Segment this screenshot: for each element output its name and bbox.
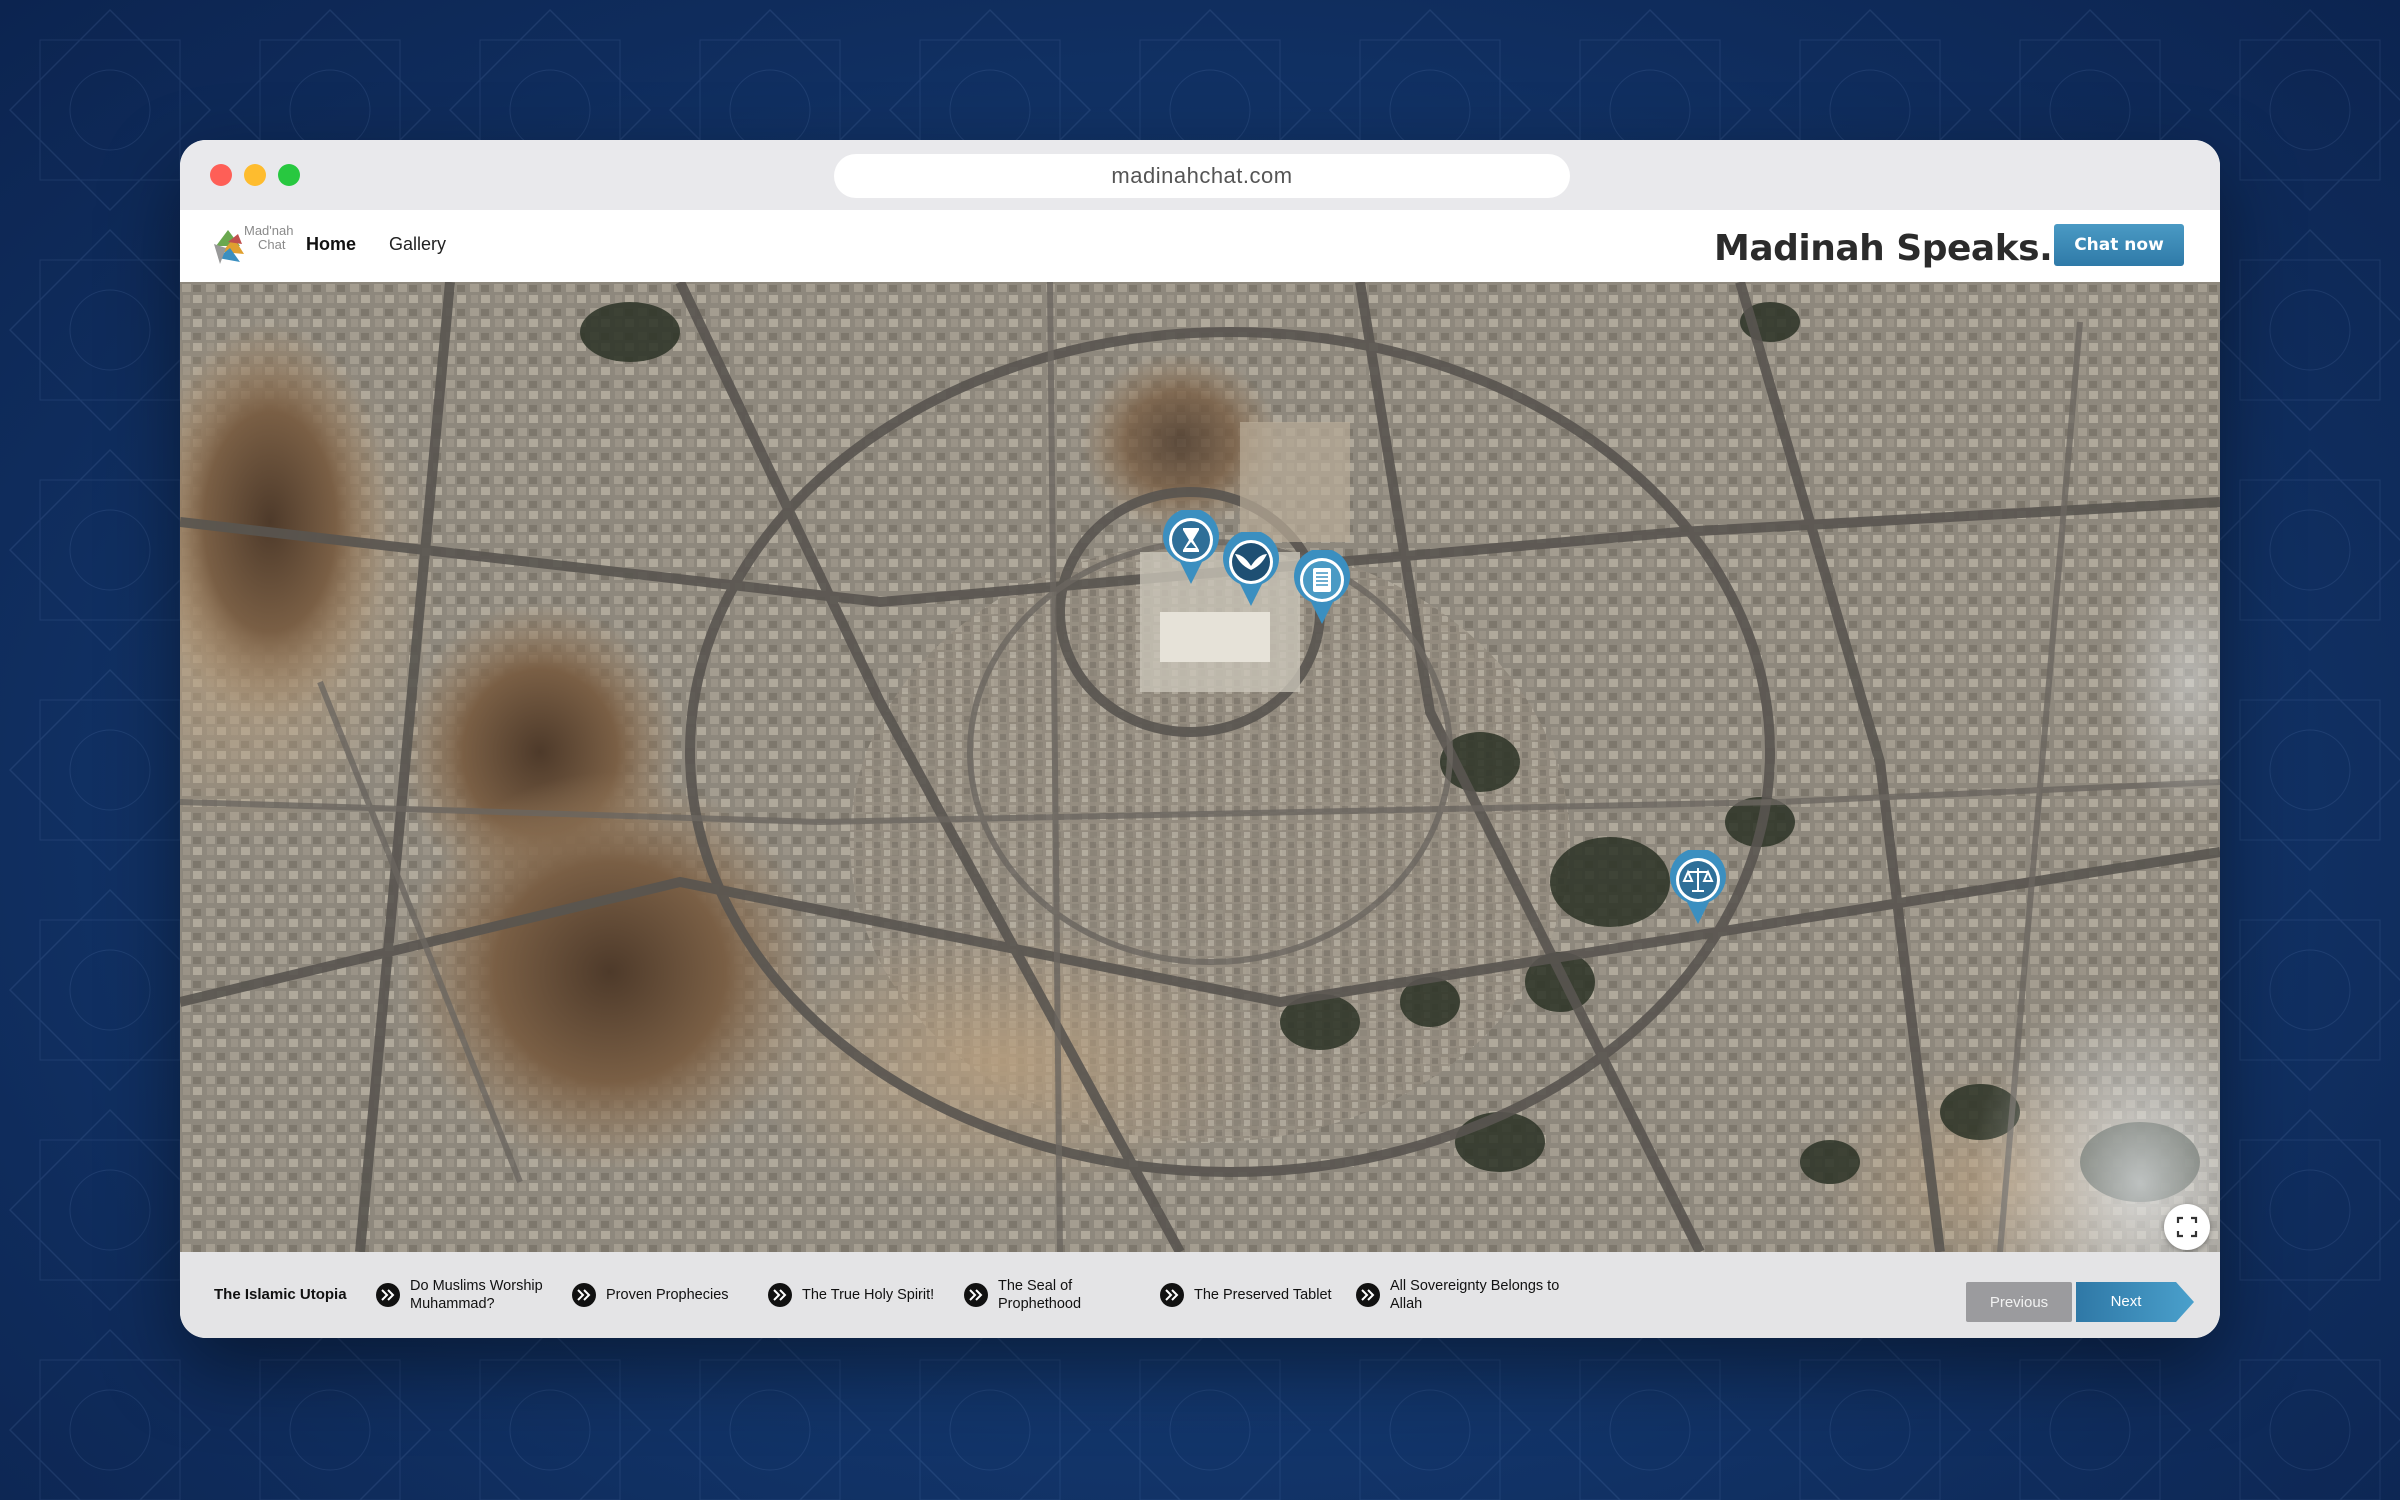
hourglass-icon [1163,510,1219,584]
footer-item-worship[interactable]: Do Muslims Worship Muhammad? [376,1272,566,1318]
address-bar[interactable]: madinahchat.com [834,154,1570,198]
satellite-map-image [180,282,2220,1252]
footer-item-seal-of-prophethood[interactable]: The Seal of Prophethood [964,1272,1154,1318]
browser-window: madinahchat.com Mad'nah Chat Home Galler… [180,140,2220,1338]
footer-item-sovereignty[interactable]: All Sovereignty Belongs to Allah [1356,1272,1566,1318]
previous-button[interactable]: Previous [1966,1282,2072,1322]
nav-gallery-link[interactable]: Gallery [389,234,446,255]
map-marker-wings[interactable] [1220,532,1282,608]
footer-item-label: The Preserved Tablet [1194,1287,1332,1303]
logo-text: Mad'nah Chat [244,224,293,252]
footer-item-holy-spirit[interactable]: The True Holy Spirit! [768,1272,958,1318]
footer-item-label: Proven Prophecies [606,1287,729,1303]
map-marker-scales[interactable] [1667,850,1729,926]
map-marker-tablet[interactable] [1291,550,1353,626]
nav-home-link[interactable]: Home [306,234,356,255]
footer-item-label: The Seal of Prophethood [998,1278,1082,1312]
expand-icon [2176,1216,2198,1238]
chevron-right-icon [1160,1283,1184,1307]
logo-line-1: Mad'nah [244,223,294,238]
site-navbar: Mad'nah Chat Home Gallery Madinah Speaks… [180,210,2220,282]
chat-now-button[interactable]: Chat now [2054,224,2184,266]
close-window-button[interactable] [210,164,232,186]
chevron-right-icon [376,1283,400,1307]
story-footer: The Islamic Utopia Do Muslims Worship Mu… [180,1252,2220,1338]
footer-title: The Islamic Utopia [214,1286,347,1303]
next-button[interactable]: Next [2076,1282,2194,1322]
fullscreen-button[interactable] [2164,1204,2210,1250]
logo-line-2: Chat [258,237,286,252]
document-icon [1294,550,1350,624]
browser-titlebar: madinahchat.com [180,140,2220,210]
footer-item-label: Do Muslims Worship Muhammad? [410,1278,543,1312]
chevron-right-icon [768,1283,792,1307]
footer-item-preserved-tablet[interactable]: The Preserved Tablet [1160,1272,1350,1318]
footer-item-prophecies[interactable]: Proven Prophecies [572,1272,762,1318]
footer-item-label: All Sovereignty Belongs to Allah [1390,1278,1560,1312]
chevron-right-icon [964,1283,988,1307]
minimize-window-button[interactable] [244,164,266,186]
chevron-right-icon [572,1283,596,1307]
satellite-map[interactable] [180,282,2220,1252]
maximize-window-button[interactable] [278,164,300,186]
chevron-right-icon [1356,1283,1380,1307]
brand-title: Madinah Speaks.. [1714,228,2066,269]
map-marker-hourglass[interactable] [1160,510,1222,586]
next-button-label: Next [2110,1293,2142,1310]
footer-item-label: The True Holy Spirit! [802,1287,935,1303]
scales-icon [1670,850,1726,924]
wings-icon [1223,532,1279,606]
